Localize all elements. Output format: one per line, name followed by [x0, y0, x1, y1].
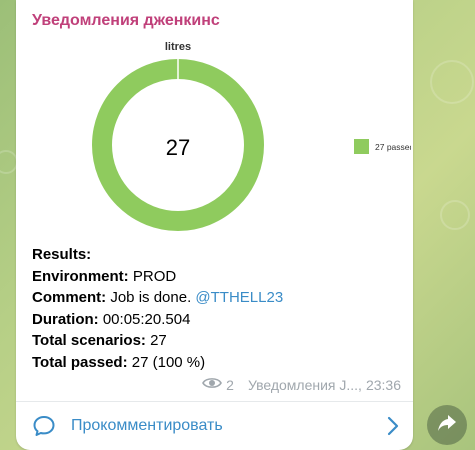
results-text: Results: Environment: PROD Comment: Job … [32, 244, 402, 373]
legend-swatch [354, 139, 369, 154]
chart-center-label: 27 [166, 135, 190, 160]
environment-value: PROD [132, 267, 177, 285]
total-scenarios-label: Total scenarios: [32, 332, 146, 349]
environment-label: Environment: [32, 267, 129, 285]
chevron-right-icon [387, 416, 399, 441]
pie-chart-svg: litres 27 27 passed [92, 41, 414, 231]
duration-label: Duration: [32, 310, 99, 328]
eye-icon [202, 376, 223, 393]
message-author: Уведомления J..., [247, 376, 362, 393]
chart-title: litres [165, 41, 191, 53]
comment-bubble-icon [32, 414, 56, 443]
wallpaper-doodle [430, 60, 474, 104]
user-mention-link[interactable]: @TTHELL23 [195, 289, 283, 306]
message-meta: 2 Уведомления J..., 23:36 [202, 376, 401, 393]
total-scenarios-value: 27 [150, 332, 167, 349]
duration-value: 00:05:20.504 [102, 310, 191, 328]
share-arrow-icon [437, 414, 457, 437]
share-button[interactable] [427, 405, 467, 445]
comment-value: Job is done. [110, 289, 192, 306]
comment-label: Comment: [32, 289, 107, 306]
views-count: 2 [226, 376, 234, 393]
legend-entry-label: 27 passed [375, 142, 411, 152]
message-time: 23:36 [365, 376, 401, 393]
message-card: Уведомления дженкинс litres 27 27 passed… [16, 0, 414, 450]
total-passed-label: Total passed: [32, 353, 128, 371]
results-heading: Results: [32, 246, 92, 263]
total-passed-value: 27 (100 %) [131, 353, 206, 371]
pie-chart: litres 27 27 passed [26, 34, 414, 234]
comment-button[interactable]: Прокомментировать [16, 402, 413, 450]
channel-title[interactable]: Уведомления дженкинс [32, 12, 220, 30]
wallpaper-doodle [440, 200, 470, 230]
comment-label-text: Прокомментировать [71, 417, 223, 434]
